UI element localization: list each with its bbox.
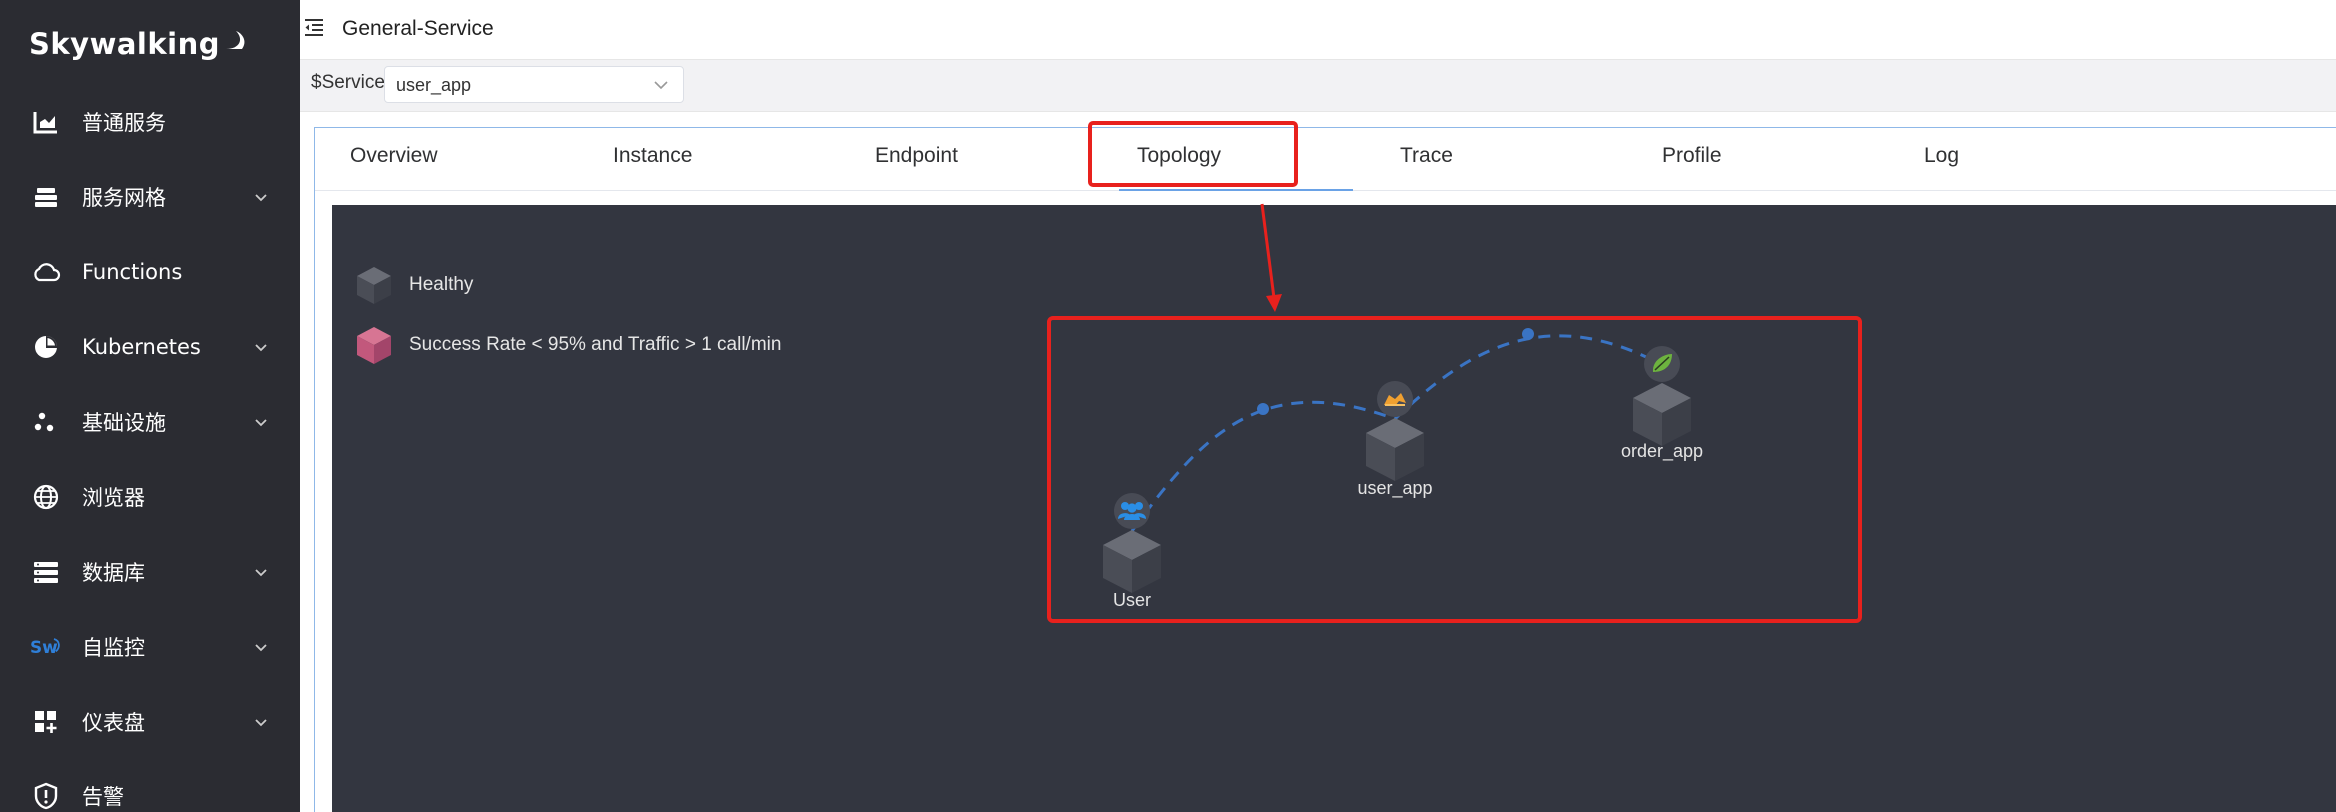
chevron-down-icon xyxy=(255,418,267,426)
nodes-icon xyxy=(30,406,62,438)
sidebar-item-label: 服务网格 xyxy=(82,185,166,210)
node-label-user[interactable]: User xyxy=(1052,590,1212,611)
topology-graph[interactable]: Healthy Success Rate < 95% and Traffic >… xyxy=(332,205,2336,812)
dashboard-add-icon xyxy=(30,706,62,738)
page-title: General-Service xyxy=(342,17,494,40)
pie-chart-icon xyxy=(30,331,62,363)
filter-bar: $Service user_app xyxy=(300,60,2336,112)
sidebar: Skywalking 普通服务 服务网格 Functions Kubernete… xyxy=(0,0,300,812)
node-user_app xyxy=(1366,381,1424,481)
node-label-user_app[interactable]: user_app xyxy=(1315,478,1475,499)
tab-topology[interactable]: Topology xyxy=(1137,144,1221,168)
tab-instance[interactable]: Instance xyxy=(613,144,692,168)
bar-chart-icon xyxy=(30,106,62,138)
tab-overview[interactable]: Overview xyxy=(350,144,438,168)
service-select[interactable]: user_app xyxy=(384,66,684,103)
sidebar-item-browser[interactable]: 浏览器 xyxy=(0,459,300,534)
alarm-shield-icon xyxy=(30,780,62,812)
svg-text:Sw: Sw xyxy=(30,637,58,657)
chevron-down-icon xyxy=(255,718,267,726)
tab-bar: Overview Instance Endpoint Topology Trac… xyxy=(315,128,2336,191)
cloud-icon xyxy=(30,256,62,288)
chevron-down-icon xyxy=(255,568,267,576)
database-list-icon xyxy=(30,556,62,588)
service-select-value: user_app xyxy=(396,75,472,95)
topology-edges xyxy=(1103,328,1691,593)
edge-midpoint-dot xyxy=(1257,403,1269,415)
logo-swirl-icon xyxy=(226,31,245,49)
sidebar-item-label: 仪表盘 xyxy=(82,710,145,735)
layers-icon xyxy=(30,181,62,213)
sidebar-item-label: 自监控 xyxy=(82,635,145,660)
service-selector-label: $Service xyxy=(311,72,385,93)
skywalking-logo[interactable]: Skywalking xyxy=(29,22,248,66)
header: General-Service xyxy=(300,0,2336,60)
sidebar-item-general-service[interactable]: 普通服务 xyxy=(0,84,300,159)
sidebar-item-alarm[interactable]: 告警 xyxy=(0,758,300,812)
sidebar-item-label: Kubernetes xyxy=(82,334,201,359)
active-tab-indicator xyxy=(1119,189,1353,191)
sidebar-item-dashboard[interactable]: 仪表盘 xyxy=(0,684,300,759)
menu-collapse-icon[interactable] xyxy=(302,16,326,40)
chevron-down-icon xyxy=(255,643,267,651)
sidebar-item-label: 数据库 xyxy=(82,560,145,585)
sidebar-item-label: 告警 xyxy=(82,784,124,809)
sidebar-item-label: 基础设施 xyxy=(82,410,166,435)
edge-midpoint-dot xyxy=(1522,328,1534,340)
sw-icon: Sw xyxy=(30,631,62,663)
sidebar-item-label: Functions xyxy=(82,259,183,284)
chevron-down-icon xyxy=(654,81,668,90)
logo-text: Skywalking xyxy=(29,27,221,61)
sidebar-item-kubernetes[interactable]: Kubernetes xyxy=(0,309,300,384)
sidebar-item-functions[interactable]: Functions xyxy=(0,234,300,309)
node-user xyxy=(1103,493,1161,593)
sidebar-item-service-mesh[interactable]: 服务网格 xyxy=(0,159,300,234)
tab-profile[interactable]: Profile xyxy=(1662,144,1722,168)
node-label-order_app[interactable]: order_app xyxy=(1582,441,1742,462)
node-order_app xyxy=(1633,346,1691,446)
tab-trace[interactable]: Trace xyxy=(1400,144,1453,168)
chevron-down-icon xyxy=(255,343,267,351)
sidebar-item-database[interactable]: 数据库 xyxy=(0,534,300,609)
globe-icon xyxy=(30,481,62,513)
tab-log[interactable]: Log xyxy=(1924,144,1959,168)
tab-endpoint[interactable]: Endpoint xyxy=(875,144,958,168)
sidebar-item-infrastructure[interactable]: 基础设施 xyxy=(0,384,300,459)
sidebar-item-label: 浏览器 xyxy=(82,485,145,510)
sidebar-item-label: 普通服务 xyxy=(82,110,166,135)
chevron-down-icon xyxy=(255,193,267,201)
edge-user-to-user_app xyxy=(1130,400,1396,532)
sidebar-item-self-observability[interactable]: Sw 自监控 xyxy=(0,609,300,684)
edge-user_app-to-order_app xyxy=(1393,334,1663,421)
